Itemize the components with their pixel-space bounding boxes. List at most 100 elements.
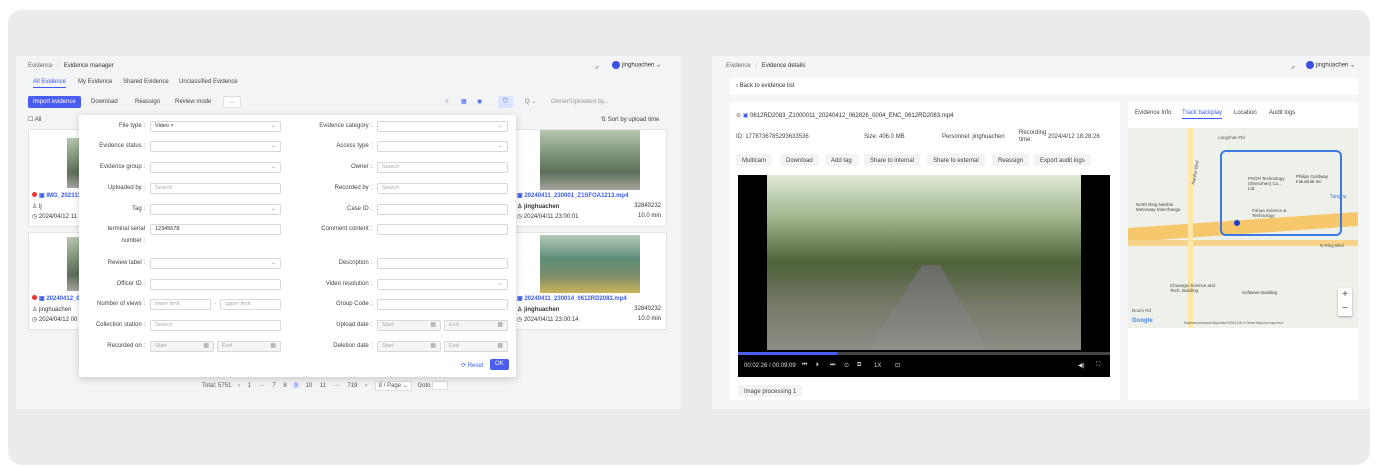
font-icon[interactable]: 〃 xyxy=(594,63,600,72)
back-to-list-link[interactable]: ‹ Back to evidence list xyxy=(736,83,794,89)
goto-input[interactable] xyxy=(432,381,449,390)
pager-next[interactable]: › xyxy=(365,383,367,389)
card-title[interactable]: ▣ 20240412_0 xyxy=(32,295,80,302)
download-button[interactable]: Download xyxy=(780,154,819,166)
views-lower-input[interactable]: lower limit xyxy=(150,299,211,310)
upload-start-input[interactable]: Start ▦ xyxy=(377,320,441,331)
reassign-button[interactable]: Reassign xyxy=(130,96,165,108)
officer-id-input[interactable] xyxy=(150,279,281,290)
views-upper-input[interactable]: upper limit xyxy=(220,299,281,310)
tab-my-evidence[interactable]: My Evidence xyxy=(78,79,112,85)
evidence-card[interactable]: ▣ 20240411_230014_0612RD2083.mp4 ♙ jingh… xyxy=(511,232,667,330)
track-map[interactable]: PSON Technology (Shenzhen) Co., Ltd Phil… xyxy=(1128,128,1358,328)
multicam-button[interactable]: Multicam xyxy=(736,154,773,166)
review-mode-button[interactable]: Review mode xyxy=(170,96,216,108)
case-id-input[interactable] xyxy=(377,204,508,215)
rotate-icon[interactable]: ⊡ xyxy=(895,362,900,369)
play-icon[interactable]: ⏵ xyxy=(816,362,819,369)
uploaded-by-input[interactable]: Search xyxy=(150,183,281,194)
pager-page[interactable]: 8 xyxy=(283,383,286,389)
group-code-input[interactable] xyxy=(377,299,508,310)
filter-icon[interactable]: ⛉ xyxy=(498,96,513,108)
export-audit-logs-button[interactable]: Export audit logs xyxy=(1034,154,1091,166)
grid-view-icon[interactable]: ▦ xyxy=(456,96,472,108)
progress-track[interactable] xyxy=(738,352,1110,355)
tab-unclassified-evidence[interactable]: Unclassified Evidence xyxy=(179,79,238,85)
video-player[interactable]: 00:02:26 / 00:09:09 ⏮ ⏵ ⏭ ⊙ ⧉ 1X ⊡ ◀) ⛶ xyxy=(738,175,1110,377)
pager-page[interactable]: 11 xyxy=(320,383,326,389)
recording-dot xyxy=(32,295,37,300)
recorded-by-input[interactable]: Search xyxy=(377,183,508,194)
pager-page[interactable]: 7 xyxy=(272,383,275,389)
clip-icon[interactable]: ⧉ xyxy=(857,362,861,369)
evidence-card[interactable]: ▣ 20240411_230001_Z1SFOA1213.mp4 ♙ jingh… xyxy=(511,129,667,227)
tab-all-evidence[interactable]: All Evidence xyxy=(33,79,67,88)
speed-button[interactable]: 1X xyxy=(874,363,881,369)
pager-ellipsis[interactable]: ··· xyxy=(334,383,340,389)
deletion-end-input[interactable]: End ▦ xyxy=(444,341,508,352)
more-button[interactable]: ··· xyxy=(223,96,241,108)
add-tag-button[interactable]: Add tag xyxy=(825,154,858,166)
user-menu[interactable]: jinghuachen ⌄ xyxy=(1306,61,1355,69)
snapshot-icon[interactable]: ⊙ xyxy=(844,362,849,369)
search-scope-dropdown[interactable]: Q ⌄ xyxy=(520,96,541,108)
select-all-checkbox[interactable]: ☐ All xyxy=(28,116,41,123)
font-icon[interactable]: 〃 xyxy=(1290,63,1296,72)
ok-button[interactable]: OK xyxy=(490,359,509,370)
zoom-out-icon[interactable]: − xyxy=(1342,303,1348,314)
page-size-select[interactable]: 8 / Page ⌄ xyxy=(374,381,412,392)
pager-page[interactable]: 719 xyxy=(347,383,357,389)
list-view-icon[interactable]: ≡ xyxy=(440,96,454,108)
file-type-select[interactable]: Video × ⌄ xyxy=(150,121,281,132)
reassign-button[interactable]: Reassign xyxy=(992,154,1030,166)
video-resolution-select[interactable]: ⌄ xyxy=(377,279,508,290)
terminal-serial-input[interactable]: 12345678 xyxy=(150,224,281,235)
import-evidence-button[interactable]: Import evidence xyxy=(28,96,81,108)
tab-location[interactable]: Location xyxy=(1234,110,1257,116)
prev-icon[interactable]: ⏮ xyxy=(802,362,807,369)
card-title[interactable]: ▣ 20240411_230001_Z1SFOA1213.mp4 xyxy=(517,192,628,199)
card-title[interactable]: ▣ 20240411_230014_0612RD2083.mp4 xyxy=(517,295,627,302)
user-menu[interactable]: jinghuachen ⌄ xyxy=(612,61,661,69)
reset-button[interactable]: ⟳ Reset xyxy=(461,362,483,369)
breadcrumb-root[interactable]: Evidence xyxy=(28,63,53,69)
pager-prev[interactable]: ‹ xyxy=(238,383,240,389)
description-input[interactable] xyxy=(377,258,508,269)
download-button[interactable]: Download xyxy=(86,96,123,108)
owner-input[interactable]: Search xyxy=(377,162,508,173)
evidence-status-select[interactable]: ⌄ xyxy=(150,141,281,152)
next-icon[interactable]: ⏭ xyxy=(830,362,835,369)
fullscreen-icon[interactable]: ⛶ xyxy=(1096,362,1100,369)
tab-evidence-info[interactable]: Evidence Info xyxy=(1135,110,1171,116)
volume-icon[interactable]: ◀) xyxy=(1078,362,1085,369)
access-type-select[interactable]: ⌄ xyxy=(377,141,508,152)
comment-content-input[interactable] xyxy=(377,224,508,235)
search-input[interactable]: Owner/Uploaded by... xyxy=(546,96,614,108)
zoom-in-icon[interactable]: + xyxy=(1342,289,1348,300)
zoom-control[interactable]: + − xyxy=(1338,288,1352,316)
image-processing-button[interactable]: Image processing 1 xyxy=(738,385,803,397)
tab-track-backplay[interactable]: Track backplay xyxy=(1182,110,1223,119)
card-title[interactable]: ▣ IMG_202311 xyxy=(32,192,81,199)
review-label-select[interactable]: ⌄ xyxy=(150,258,281,269)
breadcrumb-root[interactable]: Evidence xyxy=(726,63,751,69)
pager-page[interactable]: 1 xyxy=(248,383,251,389)
tab-shared-evidence[interactable]: Shared Evidence xyxy=(123,79,169,85)
evidence-group-select[interactable]: ⌄ xyxy=(150,162,281,173)
map-view-icon[interactable]: ◉ xyxy=(472,96,487,108)
share-external-button[interactable]: Share to external xyxy=(927,154,985,166)
map-attribution[interactable]: Keyboard shortcuts Map data ©2024 100 m … xyxy=(1184,321,1283,325)
pager-page[interactable]: 10 xyxy=(305,383,312,389)
share-internal-button[interactable]: Share to internal xyxy=(864,154,921,166)
tab-audit-logs[interactable]: Audit logs xyxy=(1269,110,1295,116)
sort-button[interactable]: ⇅ Sort by upload time xyxy=(601,116,659,123)
pager-page-active[interactable]: 9 xyxy=(292,383,300,390)
collection-station-input[interactable]: Search xyxy=(150,320,281,331)
recorded-start-input[interactable]: Start ▦ xyxy=(150,341,214,352)
tag-select[interactable]: ⌄ xyxy=(150,204,281,215)
recorded-end-input[interactable]: End ▦ xyxy=(217,341,281,352)
pager-ellipsis[interactable]: ··· xyxy=(259,383,265,389)
deletion-start-input[interactable]: Start ▦ xyxy=(377,341,441,352)
evidence-category-select[interactable]: ⌄ xyxy=(377,121,508,132)
upload-end-input[interactable]: End ▦ xyxy=(444,320,508,331)
